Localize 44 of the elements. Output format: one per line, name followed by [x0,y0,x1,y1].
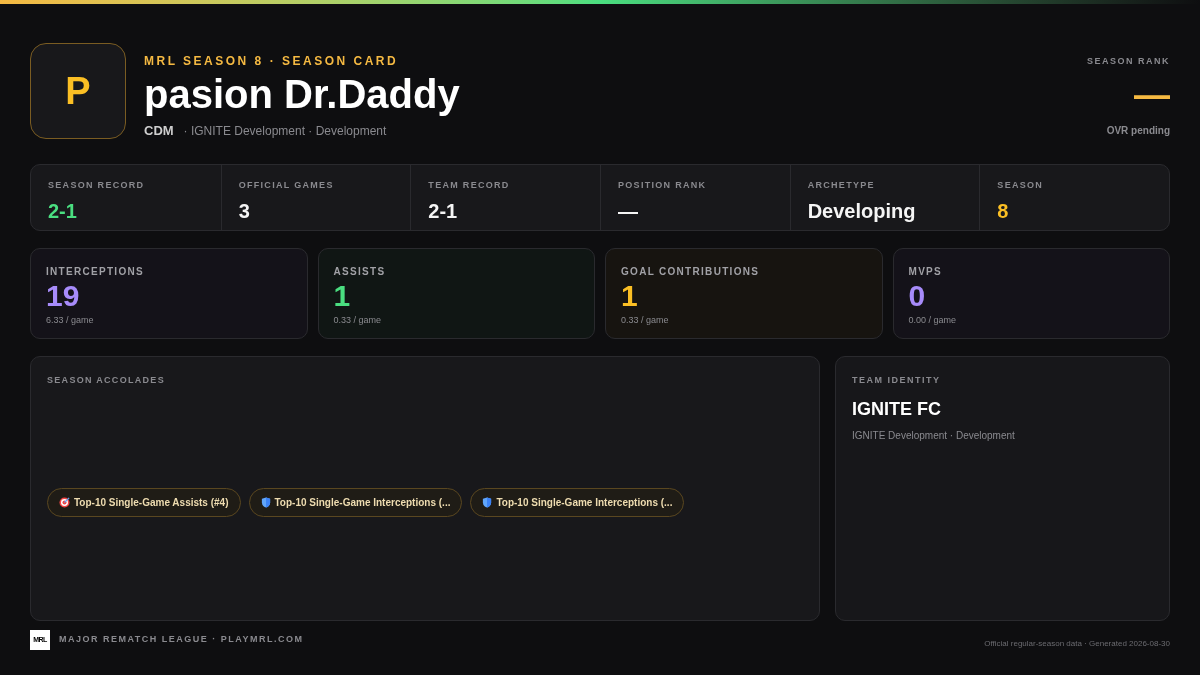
stat-label: INTERCEPTIONS [46,265,146,279]
summary-value: — [618,198,639,224]
stat-value: 1 [333,280,352,312]
season-rank-value: — [1134,74,1170,115]
shield-icon [482,496,493,508]
footer-note: Official regular-season data · Generated 2026-08-30 [984,638,1170,650]
team-identity-title: TEAM IDENTITY [852,374,942,387]
stat-label: ASSISTS [333,265,387,279]
stat-value: 1 [621,280,639,312]
per-game-text: 0.33 / game [333,314,383,327]
ovr-note: OVR pending [1106,123,1170,138]
summary-value: 3 [238,198,251,224]
summary-value: 2-1 [428,198,459,224]
position-label: CDM [144,122,174,140]
stat-value: 0 [908,280,927,312]
accolades-title: SEASON ACCOLADES [47,374,166,387]
avatar-tile: P [30,43,126,139]
shield-icon [260,496,271,508]
stat-value: 19 [46,280,81,312]
summary-label: ARCHETYPE [807,179,876,192]
summary-label: POSITION RANK [618,179,708,192]
summary-label: SEASON RECORD [48,179,146,192]
per-game-text: 0.33 / game [621,314,670,327]
per-game-text: 6.33 / game [46,314,95,327]
team-subtitle: IGNITE Development · Development [852,428,1016,443]
accolade-label: Top-10 Single-Game Interceptions (... [274,495,451,510]
team-name: IGNITE FC [852,397,942,421]
player-name: pasion Dr.Daddy [144,71,460,117]
accolade-label: Top-10 Single-Game Interceptions (... [496,495,673,510]
stat-label: GOAL CONTRIBUTIONS [621,265,761,279]
summary-value: Developing [807,198,917,224]
summary-label: TEAM RECORD [428,179,511,192]
team-line: · IGNITE Development · Development [183,123,387,140]
stat-label: MVPS [908,265,944,279]
season-rank-label: SEASON RANK [1087,55,1170,68]
summary-value: 2-1 [48,198,78,224]
eyebrow-label: MRL SEASON 8 · SEASON CARD [144,53,400,70]
league-name: MAJOR REMATCH LEAGUE · PLAYMRL.COM [59,633,304,647]
summary-label: OFFICIAL GAMES [238,179,335,192]
accolade-label: Top-10 Single-Game Assists (#4) [74,495,229,510]
summary-label: SEASON [997,179,1045,192]
summary-value: 8 [997,198,1010,224]
target-icon [59,496,70,508]
per-game-text: 0.00 / game [908,314,958,327]
